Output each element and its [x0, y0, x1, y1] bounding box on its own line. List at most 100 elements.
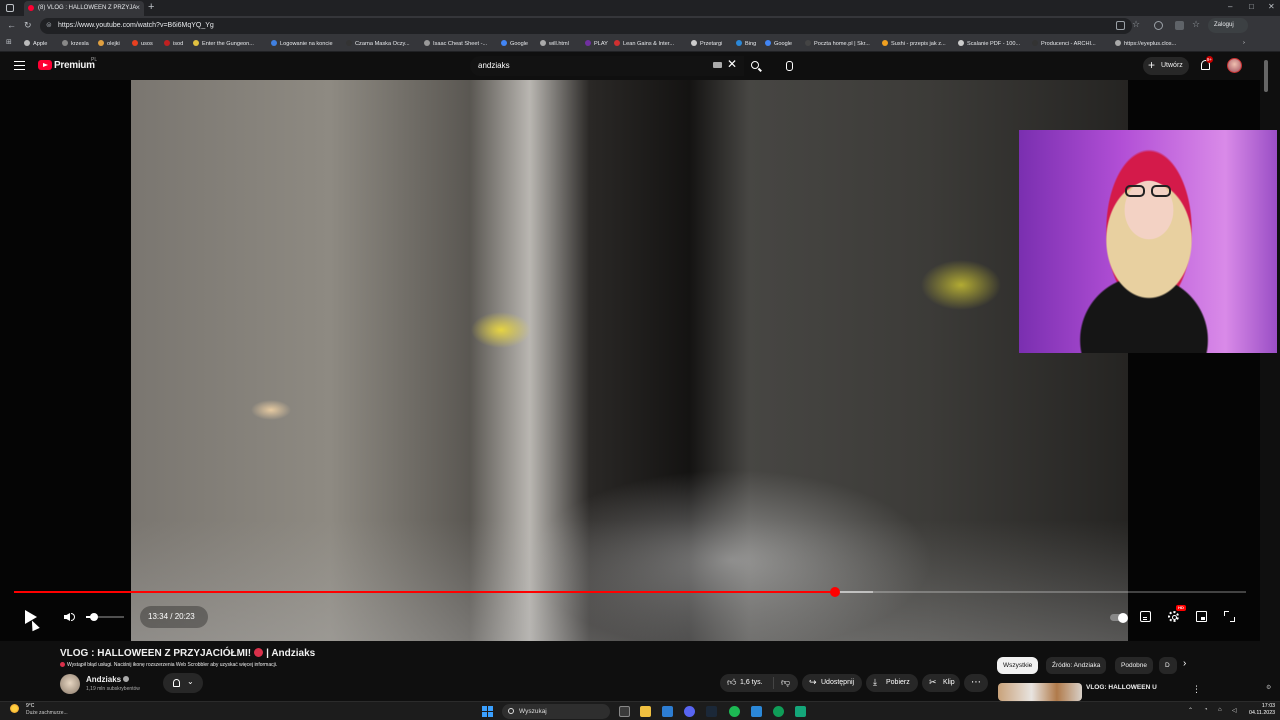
download-button[interactable]: ⤓ Pobierz	[866, 674, 918, 692]
bookmark-item[interactable]: will.html	[540, 40, 569, 47]
task-view-icon[interactable]	[619, 706, 630, 717]
country-code: PL	[91, 57, 98, 63]
channel-name[interactable]: Andziaks	[86, 675, 130, 684]
app-icon[interactable]	[795, 706, 806, 717]
weather-temperature[interactable]: 9°C	[26, 703, 34, 709]
bookmark-item[interactable]: Scalanie PDF - 100...	[958, 40, 1020, 47]
miniplayer-icon[interactable]	[1196, 611, 1207, 622]
chip-related[interactable]: Podobne	[1115, 657, 1154, 674]
weather-description[interactable]: Duże zachmurze...	[26, 710, 68, 716]
search-input[interactable]: andziaks	[470, 56, 744, 76]
share-button[interactable]: ↪ Udostępnij	[802, 674, 862, 692]
more-actions-button[interactable]: ⋯	[964, 674, 988, 692]
bookmark-item[interactable]: Lean Gains & Inter...	[614, 40, 674, 47]
bookmark-item[interactable]: isod	[164, 40, 183, 47]
page-scrollbar[interactable]	[1264, 60, 1268, 92]
bookmark-item[interactable]: krzesla	[62, 40, 89, 47]
weather-icon[interactable]	[10, 704, 19, 713]
bookmark-item[interactable]: olejki	[98, 40, 120, 47]
clear-search-icon[interactable]: ✕	[727, 57, 737, 71]
create-button[interactable]: + Utwórz	[1143, 57, 1189, 75]
install-app-icon[interactable]	[1116, 21, 1125, 30]
dislike-button[interactable]: 👎︎	[774, 674, 798, 692]
profile-button[interactable]: Zaloguj	[1208, 18, 1248, 33]
site-info-icon[interactable]: ⊜	[46, 21, 52, 29]
fullscreen-icon[interactable]	[1224, 611, 1235, 622]
recommendation-thumbnail[interactable]	[998, 683, 1082, 701]
channel-avatar[interactable]	[60, 674, 80, 694]
reload-icon[interactable]: ↻	[24, 20, 32, 31]
tab-actions-icon[interactable]	[6, 4, 14, 12]
bookmark-item[interactable]: Producenci - ARCHI...	[1032, 40, 1096, 47]
maximize-button[interactable]: □	[1249, 2, 1254, 11]
keyboard-icon[interactable]	[713, 62, 722, 68]
chip-from-channel[interactable]: Źródło: Andziaka	[1046, 657, 1107, 674]
bookmark-item[interactable]: Sushi - przepis jak z...	[882, 40, 946, 47]
new-tab-button[interactable]: +	[148, 1, 154, 13]
clock-time: 17:03	[1261, 703, 1276, 709]
settings-gear-icon[interactable]	[1168, 611, 1179, 622]
microphone-icon[interactable]	[778, 56, 800, 78]
steam-icon[interactable]	[706, 706, 717, 717]
extension-2-icon[interactable]	[1175, 21, 1184, 30]
taskbar-search-input[interactable]: Wyszukaj	[502, 704, 610, 719]
edge-icon[interactable]	[773, 706, 784, 717]
bookmark-item[interactable]: PLAY	[585, 40, 608, 47]
settings-side-icon[interactable]: ⚙	[1266, 684, 1271, 691]
file-explorer-icon[interactable]	[640, 706, 651, 717]
bookmark-item[interactable]: Google	[501, 40, 528, 47]
browser-tab[interactable]: (8) VLOG : HALLOWEEN Z PRZYJA ×	[24, 1, 144, 16]
bookmark-item[interactable]: Czarna Maska Oczy...	[346, 40, 410, 47]
chip-more[interactable]: D	[1159, 657, 1177, 674]
word-icon[interactable]	[751, 706, 762, 717]
bookmark-item[interactable]: Poczta home.pl | Skr...	[805, 40, 870, 47]
youtube-logo-icon[interactable]	[38, 60, 52, 70]
bookmark-item[interactable]: Apple	[24, 40, 47, 47]
volume-knob[interactable]	[89, 613, 98, 621]
webcam-glasses-detail	[1125, 185, 1173, 197]
search-icon[interactable]	[751, 61, 759, 69]
clip-button[interactable]: ✂ Klip	[922, 674, 960, 692]
bookmark-item[interactable]: Isaac Cheat Sheet -...	[424, 40, 487, 47]
menu-icon[interactable]	[14, 61, 25, 70]
extension-1-icon[interactable]	[1154, 21, 1163, 30]
autoplay-toggle[interactable]	[1110, 612, 1128, 623]
youtube-brand[interactable]: Premium	[54, 60, 95, 71]
windows-start-icon[interactable]	[482, 706, 493, 717]
bookmarks-overflow-icon[interactable]: ›	[1243, 40, 1245, 46]
bookmark-item[interactable]: usos	[132, 40, 153, 47]
calculator-icon[interactable]	[662, 706, 673, 717]
apps-icon[interactable]: ⊞	[6, 38, 12, 46]
bookmark-item[interactable]: Google	[765, 40, 792, 47]
video-frame-shading	[131, 520, 1128, 641]
subscribed-notifications-button[interactable]: ⌄	[163, 673, 203, 693]
system-clock[interactable]: 17:03 04.11.2023	[1249, 703, 1275, 717]
chevron-right-icon[interactable]: ›	[1183, 658, 1186, 669]
speaker-icon[interactable]: ◁	[1232, 707, 1237, 714]
bookmark-item[interactable]: Enter the Gungeon...	[193, 40, 254, 47]
bookmark-item[interactable]: Logowanie na koncie	[271, 40, 333, 47]
subtitles-icon[interactable]	[1140, 611, 1151, 622]
bookmark-item[interactable]: Bing	[736, 40, 756, 47]
wifi-icon[interactable]: ◔	[1204, 707, 1208, 713]
bookmark-item[interactable]: Przetargi	[691, 40, 722, 47]
close-tab-icon[interactable]: ×	[135, 3, 140, 12]
url-input[interactable]: ⊜ https://www.youtube.com/watch?v=B6i6Mq…	[40, 18, 1132, 34]
bookmark-item[interactable]: https://eyeplus.clos...	[1115, 40, 1176, 47]
bookmark-star-icon[interactable]: ☆	[1132, 19, 1141, 29]
spotify-icon[interactable]	[729, 706, 740, 717]
back-icon[interactable]: ←	[7, 20, 16, 30]
minimize-button[interactable]: –	[1228, 2, 1232, 11]
chip-all[interactable]: Wszystkie	[997, 657, 1039, 674]
recommendation-menu-icon[interactable]: ⋮	[1192, 684, 1201, 695]
like-button[interactable]: 👍︎ 1,6 tys.	[720, 674, 776, 692]
discord-icon[interactable]	[684, 706, 695, 717]
recommendation-title[interactable]: VLOG: HALLOWEEN U	[1086, 684, 1157, 691]
progress-scrubber[interactable]	[829, 587, 840, 597]
close-window-button[interactable]: ✕	[1268, 2, 1275, 11]
tray-chevron-icon[interactable]: ⌃	[1188, 707, 1193, 714]
favorites-icon[interactable]: ☆	[1192, 19, 1201, 29]
download-icon: ⤓	[873, 677, 877, 687]
account-avatar[interactable]	[1227, 58, 1242, 73]
network-icon[interactable]: ⌂	[1218, 707, 1222, 713]
